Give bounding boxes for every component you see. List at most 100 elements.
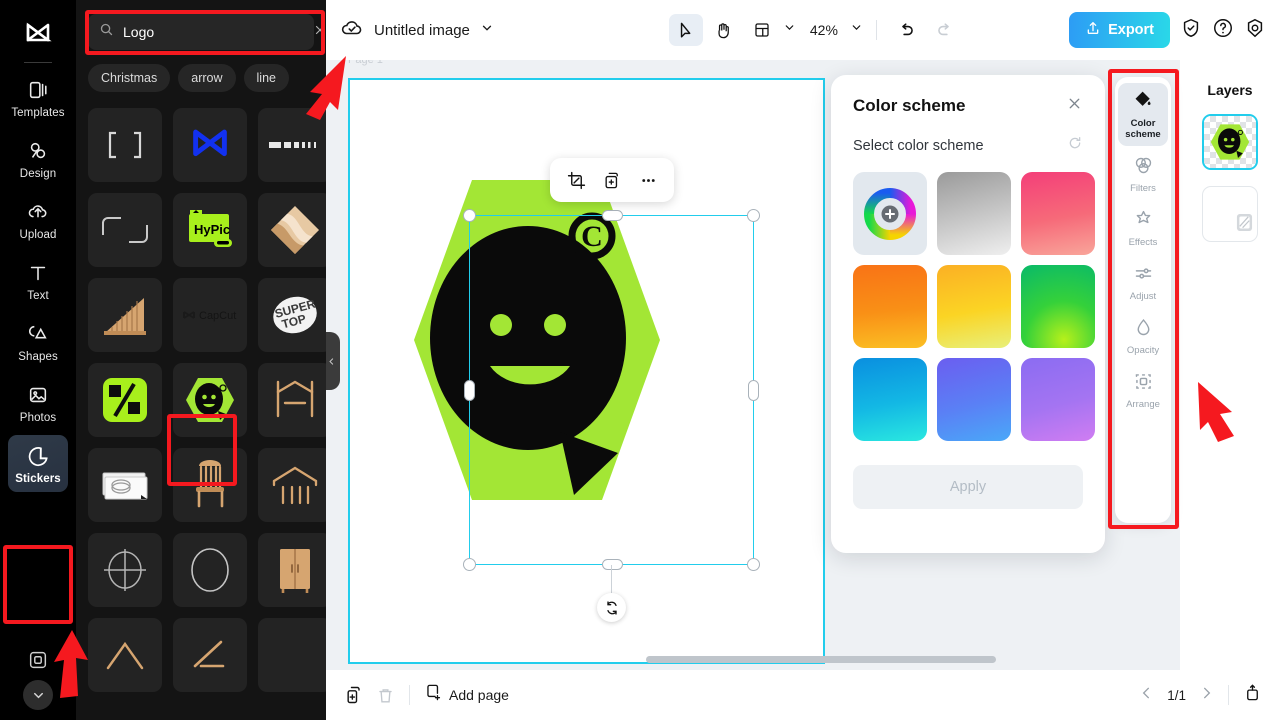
swatch-blue-gradient[interactable]: [937, 358, 1011, 441]
sticker-wood-frame[interactable]: [258, 363, 326, 437]
undo-button[interactable]: [890, 14, 924, 46]
selection-frame: [469, 215, 754, 565]
rotate-handle[interactable]: [597, 593, 626, 622]
swatch-orange-gradient[interactable]: [853, 265, 927, 348]
sticker-wood-ramp[interactable]: [88, 278, 162, 352]
tool-color-scheme[interactable]: Color scheme: [1118, 83, 1168, 146]
sticker-wardrobe[interactable]: [258, 533, 326, 607]
resize-handle-bl[interactable]: [463, 558, 476, 571]
reset-icon[interactable]: [1067, 135, 1083, 156]
sticker-rounded-corner[interactable]: [88, 193, 162, 267]
sticker-capcut-blue[interactable]: [173, 108, 247, 182]
settings-icon[interactable]: [1244, 17, 1266, 44]
title-chevron-down-icon[interactable]: [480, 21, 494, 40]
sticker-wood-peak[interactable]: [88, 618, 162, 692]
sidebar-item-templates[interactable]: Templates: [8, 69, 68, 126]
swatch-custom-color-wheel[interactable]: [853, 172, 927, 255]
layout-chevron-down-icon[interactable]: [783, 21, 796, 39]
sidebar-item-stickers[interactable]: Stickers: [8, 435, 68, 492]
duplicate-plus-icon[interactable]: [598, 166, 626, 194]
sidebar-item-design[interactable]: Design: [8, 130, 68, 187]
select-tool-button[interactable]: [669, 14, 703, 46]
redo-button[interactable]: [928, 14, 962, 46]
sticker-white-graffiti[interactable]: SUPER TOP: [258, 278, 326, 352]
resize-handle-br[interactable]: [747, 558, 760, 571]
apply-button[interactable]: Apply: [853, 465, 1083, 509]
delete-page-icon[interactable]: [376, 686, 395, 705]
zoom-level-value[interactable]: 42%: [810, 22, 838, 38]
tool-arrange[interactable]: Arrange: [1118, 364, 1168, 416]
tool-label: Effects: [1129, 238, 1158, 249]
sidebar-label: Stickers: [15, 473, 61, 485]
bottombar-divider-2: [1228, 685, 1229, 705]
swatch-green-gradient[interactable]: [1021, 265, 1095, 348]
sticker-capcut-wordmark[interactable]: CapCut: [173, 278, 247, 352]
resize-handle-tr[interactable]: [747, 209, 760, 222]
crop-icon[interactable]: [562, 166, 590, 194]
shield-check-icon[interactable]: [1180, 17, 1202, 44]
layout-tool-button[interactable]: [745, 14, 779, 46]
sticker-sand-diamond[interactable]: [258, 193, 326, 267]
capcut-logo-icon[interactable]: [18, 14, 58, 54]
export-button[interactable]: Export: [1069, 12, 1170, 48]
tool-opacity[interactable]: Opacity: [1118, 310, 1168, 362]
resize-handle-top[interactable]: [602, 210, 623, 221]
duplicate-page-icon[interactable]: [344, 685, 364, 705]
next-page-icon[interactable]: [1198, 685, 1214, 706]
hand-tool-button[interactable]: [707, 14, 741, 46]
document-title[interactable]: Untitled image: [374, 22, 470, 39]
sticker-cash-stack[interactable]: [88, 448, 162, 522]
sticker-dashes[interactable]: [258, 108, 326, 182]
sticker-crosshair-circle[interactable]: [88, 533, 162, 607]
chip-line[interactable]: line: [244, 64, 289, 92]
swatch-purple-gradient[interactable]: [1021, 358, 1095, 441]
sticker-percent-green[interactable]: [88, 363, 162, 437]
sticker-outline-ellipse[interactable]: [173, 533, 247, 607]
frame-icon[interactable]: [27, 649, 49, 671]
sidebar-item-text[interactable]: Text: [8, 252, 68, 309]
doc-info: Untitled image: [340, 16, 494, 45]
swatch-yellow-gradient[interactable]: [937, 265, 1011, 348]
search-icon: [99, 22, 114, 42]
chip-christmas[interactable]: Christmas: [88, 64, 170, 92]
sidebar-item-shapes[interactable]: Shapes: [8, 313, 68, 370]
sidebar-item-photos[interactable]: Photos: [8, 374, 68, 431]
swatch-cyan-gradient[interactable]: [853, 358, 927, 441]
sticker-wood-plank[interactable]: [173, 618, 247, 692]
sidebar-collapse-button[interactable]: [23, 680, 53, 710]
layer-item-background[interactable]: [1202, 186, 1258, 242]
search-input[interactable]: [123, 24, 304, 40]
help-icon[interactable]: [1212, 17, 1234, 44]
sticker-wood-arch[interactable]: [258, 448, 326, 522]
layer-item-sticker[interactable]: [1202, 114, 1258, 170]
tool-label: Color scheme: [1118, 119, 1168, 141]
close-icon[interactable]: [1066, 95, 1083, 117]
export-page-icon[interactable]: [1243, 683, 1262, 707]
resize-handle-left[interactable]: [464, 380, 475, 401]
swatch-gray-gradient[interactable]: [937, 172, 1011, 255]
prev-page-icon[interactable]: [1139, 685, 1155, 706]
chip-arrow[interactable]: arrow: [178, 64, 235, 92]
sticker-brackets[interactable]: [88, 108, 162, 182]
resize-handle-bottom[interactable]: [602, 559, 623, 570]
sticker-blank[interactable]: [258, 618, 326, 692]
filters-icon: [1133, 155, 1154, 181]
artboard[interactable]: C: [348, 78, 825, 664]
sticker-hypic[interactable]: HyPic: [173, 193, 247, 267]
resize-handle-right[interactable]: [748, 380, 759, 401]
tool-effects[interactable]: Effects: [1118, 202, 1168, 254]
clear-search-icon[interactable]: [313, 23, 326, 42]
zoom-chevron-down-icon[interactable]: [850, 21, 863, 39]
sticker-wooden-chair[interactable]: [173, 448, 247, 522]
canvas-horizontal-scrollbar[interactable]: [646, 656, 996, 663]
add-page-button[interactable]: Add page: [424, 683, 509, 707]
cloud-check-icon[interactable]: [340, 16, 364, 45]
more-dots-icon[interactable]: [634, 166, 662, 194]
resize-handle-tl[interactable]: [463, 209, 476, 222]
sticker-green-face-hexagon[interactable]: [173, 363, 247, 437]
tool-adjust[interactable]: Adjust: [1118, 256, 1168, 308]
sidebar-item-upload[interactable]: Upload: [8, 191, 68, 248]
tool-filters[interactable]: Filters: [1118, 148, 1168, 200]
swatch-pink-gradient[interactable]: [1021, 172, 1095, 255]
search-box[interactable]: [88, 14, 314, 50]
